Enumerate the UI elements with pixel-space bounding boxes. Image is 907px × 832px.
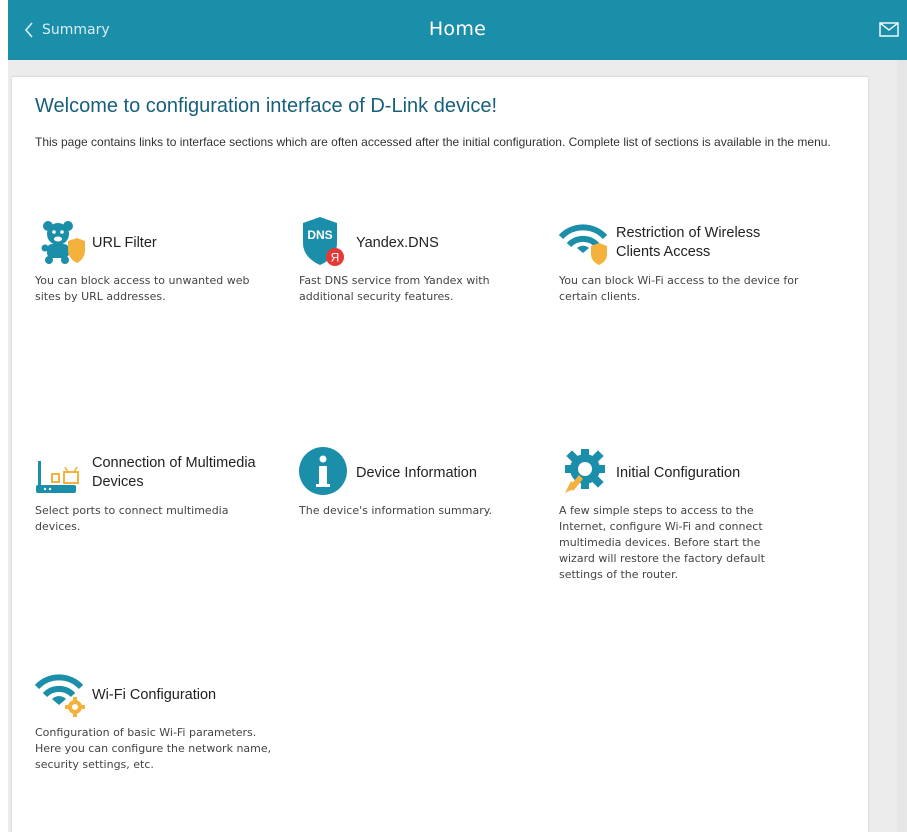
url-filter-icon [35,217,85,267]
device-info-icon [299,447,349,497]
tile-initial-configuration-title[interactable]: Initial Configuration [616,464,740,483]
header-bar: Summary Home [8,0,907,60]
tile-yandex-dns-title[interactable]: Yandex.DNS [356,234,439,253]
tile-device-information-title[interactable]: Device Information [356,464,477,483]
welcome-heading: Welcome to configuration interface of D-… [35,95,498,117]
tile-wireless-restriction-title[interactable]: Restriction of Wireless Clients Access [616,224,794,262]
initial-configuration-icon [559,447,609,497]
wifi-configuration-icon [34,669,85,719]
left-edge [0,0,8,832]
tile-yandex-dns-desc: Fast DNS service from Yandex with additi… [299,274,490,303]
intro-text: This page contains links to interface se… [35,135,831,149]
content-card: Welcome to configuration interface of D-… [12,77,868,832]
page-title: Home [428,18,487,40]
tile-multimedia-devices-title[interactable]: Connection of Multimedia Devices [92,454,270,492]
tile-wifi-configuration-desc: Configuration of basic Wi-Fi parameters.… [35,726,272,771]
wireless-restriction-icon [558,217,609,267]
notifications-button[interactable] [879,22,899,41]
svg-text:Я: Я [331,251,340,265]
tile-wifi-configuration-title[interactable]: Wi-Fi Configuration [92,686,216,705]
multimedia-devices-icon [35,447,85,497]
mail-icon [879,22,899,37]
tile-multimedia-devices-desc: Select ports to connect multimedia devic… [35,504,229,533]
scrollbar[interactable] [897,60,907,832]
svg-text:DNS: DNS [307,228,332,242]
tile-url-filter-title[interactable]: URL Filter [92,234,157,253]
tile-device-information-desc: The device's information summary. [299,504,493,517]
tile-wireless-restriction-desc: You can block Wi-Fi access to the device… [559,274,799,303]
tile-initial-configuration-desc: A few simple steps to access to the Inte… [559,504,765,581]
yandex-dns-icon: DNS Я [299,217,349,267]
tile-url-filter-desc: You can block access to unwanted web sit… [35,274,250,303]
